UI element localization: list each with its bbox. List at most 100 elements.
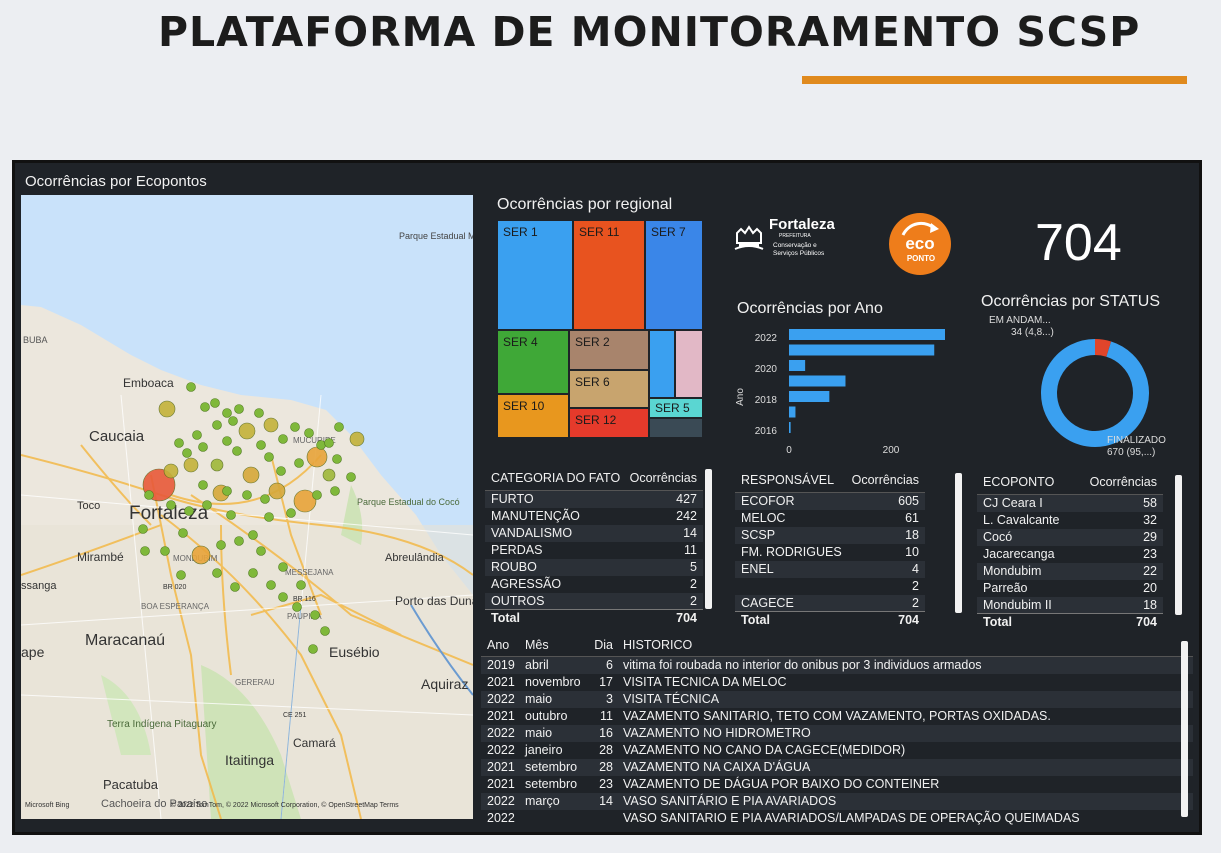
map-marker[interactable] — [140, 546, 150, 556]
treemap-tile[interactable] — [675, 330, 703, 398]
table-row[interactable]: 2022 março 14 VASO SANITÁRIO E PIA AVARIADO… — [481, 793, 1193, 810]
map-marker[interactable] — [256, 440, 266, 450]
treemap-tile[interactable]: SER 4 — [497, 330, 569, 394]
responsavel-table[interactable]: RESPONSÁVEL Ocorrências ECOFOR 605 MELOC 61… — [735, 467, 925, 627]
map-marker[interactable] — [316, 440, 326, 450]
sort-column-ocorrencias[interactable]: Ocorrências — [1090, 475, 1157, 490]
treemap-tile[interactable]: SER 5 — [649, 398, 703, 418]
table-row[interactable]: FM. RODRIGUES 10 — [735, 544, 925, 561]
ecoponto-scrollbar[interactable] — [1175, 475, 1182, 615]
table-row[interactable]: ENEL 4 — [735, 561, 925, 578]
treemap-regional[interactable]: SER 1 SER 11 SER 7 SER 4 SER 2 SER 6 SER… — [497, 220, 703, 438]
donut-slice-1[interactable] — [1041, 339, 1149, 447]
map-marker[interactable] — [266, 580, 276, 590]
bar-2018[interactable] — [789, 391, 830, 402]
map-marker[interactable] — [308, 644, 318, 654]
ecoponto-table[interactable]: ECOPONTO Ocorrências CJ Ceara I 58 L. Cava… — [977, 469, 1163, 629]
map-marker[interactable] — [182, 448, 192, 458]
map-marker[interactable] — [163, 463, 179, 479]
historico-scrollbar[interactable] — [1181, 641, 1188, 817]
map-marker[interactable] — [278, 592, 288, 602]
map-marker[interactable] — [248, 568, 258, 578]
table-row[interactable]: CJ Ceara I 58 — [977, 495, 1163, 512]
map-marker[interactable] — [174, 438, 184, 448]
map-marker[interactable] — [228, 416, 238, 426]
table-row[interactable]: 2022 maio 16 VAZAMENTO NO HIDROMETRO — [481, 725, 1193, 742]
table-row[interactable]: Cocó 29 — [977, 529, 1163, 546]
map-marker[interactable] — [248, 530, 258, 540]
map-marker[interactable] — [230, 582, 240, 592]
map-marker[interactable] — [210, 458, 224, 472]
table-row[interactable]: PERDAS 11 — [485, 542, 703, 559]
map-marker[interactable] — [264, 452, 274, 462]
table-row[interactable]: AGRESSÃO 2 — [485, 576, 703, 593]
map-marker[interactable] — [186, 382, 196, 392]
map-marker[interactable] — [278, 434, 288, 444]
map-marker[interactable] — [310, 610, 320, 620]
map-marker[interactable] — [138, 524, 148, 534]
map-marker[interactable] — [296, 580, 306, 590]
treemap-tile[interactable] — [649, 418, 703, 438]
map-marker[interactable] — [276, 466, 286, 476]
map-canvas[interactable]: Parque Estadual Marinho da Pedra da Risc… — [21, 195, 473, 819]
table-row[interactable]: FURTO 427 — [485, 491, 703, 508]
treemap-tile[interactable]: SER 7 — [645, 220, 703, 330]
map-marker[interactable] — [322, 468, 336, 482]
map-marker[interactable] — [176, 570, 186, 580]
table-row[interactable]: MELOC 61 — [735, 510, 925, 527]
map-marker[interactable] — [234, 536, 244, 546]
map-marker[interactable] — [178, 528, 188, 538]
table-row[interactable]: Mondubim II 18 — [977, 597, 1163, 613]
table-row[interactable]: L. Cavalcante 32 — [977, 512, 1163, 529]
categoria-scrollbar[interactable] — [705, 469, 712, 609]
table-row[interactable]: ROUBO 5 — [485, 559, 703, 576]
map-marker[interactable] — [306, 446, 328, 468]
bar-2020[interactable] — [789, 360, 806, 371]
map-marker[interactable] — [202, 500, 212, 510]
map-marker[interactable] — [324, 438, 334, 448]
map-marker[interactable] — [349, 431, 365, 447]
map-marker[interactable] — [160, 546, 170, 556]
table-row[interactable]: SCSP 18 — [735, 527, 925, 544]
map-marker[interactable] — [346, 472, 356, 482]
table-row[interactable]: 2021 setembro 23 VAZAMENTO DE DÁGUA POR BAI… — [481, 776, 1193, 793]
map-marker[interactable] — [234, 404, 244, 414]
table-row[interactable]: 2021 setembro 28 VAZAMENTO NA CAIXA D'ÁGUA — [481, 759, 1193, 776]
table-row[interactable]: 2 — [735, 578, 925, 595]
bar-2021[interactable] — [789, 344, 935, 356]
map-marker[interactable] — [238, 422, 256, 440]
table-row[interactable]: OUTROS 2 — [485, 593, 703, 609]
map-marker[interactable] — [210, 398, 220, 408]
map-marker[interactable] — [166, 500, 176, 510]
categoria-table[interactable]: CATEGORIA DO FATO Ocorrências FURTO 427 MA… — [485, 465, 703, 625]
table-row[interactable]: 2019 abril 6 vitima foi roubada no interior… — [481, 657, 1193, 674]
table-row[interactable]: MANUTENÇÃO 242 — [485, 508, 703, 525]
historico-table[interactable]: Ano Mês Dia HISTORICO 2019 abril 6 vitima f… — [481, 633, 1193, 825]
treemap-tile[interactable]: SER 10 — [497, 394, 569, 438]
treemap-tile[interactable] — [649, 330, 675, 398]
table-row[interactable]: Mondubim 22 — [977, 563, 1163, 580]
map-marker[interactable] — [184, 506, 194, 516]
table-row[interactable]: 2022 maio 3 VISITA TÉCNICA — [481, 691, 1193, 708]
responsavel-scrollbar[interactable] — [955, 473, 962, 613]
map-marker[interactable] — [242, 466, 260, 484]
bar-2019[interactable] — [789, 375, 846, 387]
map-marker[interactable] — [334, 422, 344, 432]
bar-2016[interactable] — [789, 422, 791, 433]
ano-bar-chart[interactable]: Ano 2022 2020 2018 2016 0 200 — [735, 321, 945, 461]
status-donut-chart[interactable]: EM ANDAM... 34 (4,8...) FINALIZADO 670 (… — [985, 311, 1185, 459]
map-marker[interactable] — [320, 626, 330, 636]
treemap-tile[interactable]: SER 6 — [569, 370, 649, 408]
table-row[interactable]: 2022 VASO SANITARIO E PIA AVARIADOS/LAMPA… — [481, 810, 1193, 827]
map-marker[interactable] — [216, 540, 226, 550]
map-marker[interactable] — [292, 602, 302, 612]
map-marker[interactable] — [212, 568, 222, 578]
treemap-tile[interactable]: SER 1 — [497, 220, 573, 330]
map-marker[interactable] — [254, 408, 264, 418]
treemap-tile[interactable]: SER 11 — [573, 220, 645, 330]
map-marker[interactable] — [256, 546, 266, 556]
map-marker[interactable] — [260, 494, 270, 504]
map-marker[interactable] — [312, 490, 322, 500]
sort-column-ocorrencias[interactable]: Ocorrências — [630, 471, 697, 486]
map-marker[interactable] — [286, 508, 296, 518]
